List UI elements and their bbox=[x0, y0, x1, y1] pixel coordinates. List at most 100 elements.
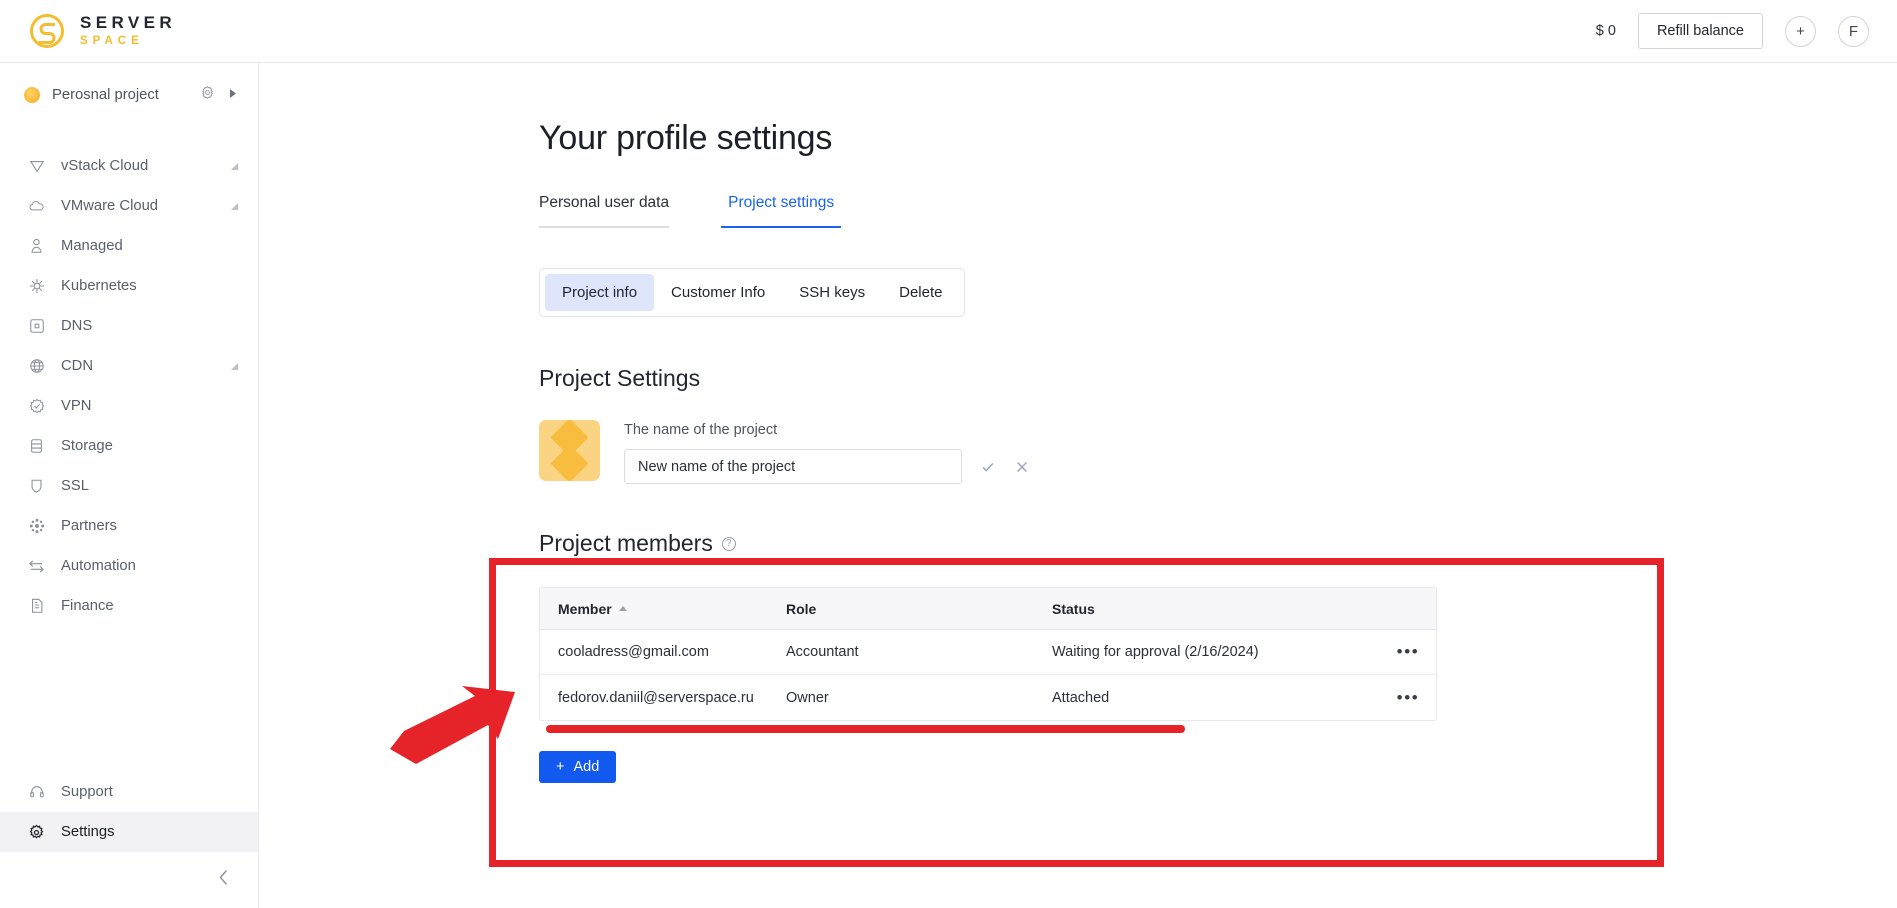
segment-delete[interactable]: Delete bbox=[882, 274, 959, 311]
diamond-shape-bottom bbox=[550, 444, 589, 481]
plus-icon: + bbox=[556, 759, 565, 775]
app-root: SERVER SPACE $ 0 Refill balance + F Pero… bbox=[0, 0, 1897, 908]
sidebar-item-settings[interactable]: Settings bbox=[0, 812, 258, 852]
sidebar-item-vmware-cloud[interactable]: VMware Cloud bbox=[0, 186, 258, 226]
project-members-table: Member Role Status cooladress@gmail.com … bbox=[539, 587, 1437, 721]
segment-project-info[interactable]: Project info bbox=[545, 274, 655, 311]
vstack-triangle-icon bbox=[28, 158, 45, 175]
logo-text-server: SERVER bbox=[80, 13, 177, 33]
logo-text-space: SPACE bbox=[80, 35, 144, 48]
arrows-swap-icon bbox=[28, 558, 45, 575]
table-row[interactable]: cooladress@gmail.com Accountant Waiting … bbox=[540, 630, 1436, 675]
sidebar-item-vpn[interactable]: VPN bbox=[0, 386, 258, 426]
shield-icon bbox=[28, 478, 45, 495]
column-header-member[interactable]: Member bbox=[540, 601, 786, 617]
sidebar-label: VPN bbox=[61, 398, 92, 414]
top-header: SERVER SPACE $ 0 Refill balance + F bbox=[0, 0, 1897, 63]
check-icon[interactable] bbox=[980, 459, 996, 475]
serverspace-s-logo-icon bbox=[28, 12, 66, 50]
sidebar-label: SSL bbox=[61, 478, 89, 494]
more-options-icon[interactable]: ••• bbox=[1380, 642, 1436, 662]
question-mark-icon[interactable]: ? bbox=[721, 536, 736, 551]
document-icon bbox=[28, 598, 45, 615]
table-header-row: Member Role Status bbox=[540, 588, 1436, 630]
project-name-input[interactable] bbox=[624, 449, 962, 484]
cell-member: fedorov.daniil@serverspace.ru bbox=[558, 689, 754, 706]
more-options-icon[interactable]: ••• bbox=[1380, 688, 1436, 708]
brand-logo[interactable]: SERVER SPACE bbox=[28, 12, 176, 50]
sidebar-item-finance[interactable]: Finance bbox=[0, 586, 258, 626]
project-name-row: The name of the project bbox=[539, 420, 1897, 484]
close-icon[interactable] bbox=[1014, 459, 1030, 475]
sidebar-item-automation[interactable]: Automation bbox=[0, 546, 258, 586]
cell-status: Attached bbox=[1052, 689, 1110, 706]
headset-icon bbox=[28, 784, 45, 801]
sidebar-item-kubernetes[interactable]: Kubernetes bbox=[0, 266, 258, 306]
collapse-sidebar-button[interactable] bbox=[0, 852, 258, 908]
column-header-role[interactable]: Role bbox=[786, 601, 1052, 617]
globe-icon bbox=[28, 358, 45, 375]
sidebar-bottom-nav: Support Settings bbox=[0, 772, 258, 908]
cloud-icon bbox=[28, 198, 45, 215]
sidebar-item-managed[interactable]: Managed bbox=[0, 226, 258, 266]
page-title: Your profile settings bbox=[539, 119, 833, 157]
expand-triangle-icon[interactable] bbox=[231, 362, 238, 370]
main-content: Your profile settings Personal user data… bbox=[259, 63, 1897, 908]
add-button[interactable]: + bbox=[1785, 15, 1816, 47]
user-lock-icon bbox=[28, 238, 45, 255]
refill-balance-button[interactable]: Refill balance bbox=[1637, 13, 1763, 49]
segment-customer-info[interactable]: Customer Info bbox=[654, 274, 782, 311]
cell-role: Owner bbox=[786, 689, 829, 706]
sidebar-label: Partners bbox=[61, 518, 117, 534]
sidebar-item-support[interactable]: Support bbox=[0, 772, 258, 812]
members-heading-text: Project members bbox=[539, 530, 713, 556]
sidebar-nav: vStack Cloud VMware Cloud Managed Kubern… bbox=[0, 146, 258, 626]
sidebar-item-cdn[interactable]: CDN bbox=[0, 346, 258, 386]
gear-icon[interactable] bbox=[200, 85, 215, 105]
column-header-status[interactable]: Status bbox=[1052, 601, 1380, 617]
project-selector-label: Perosnal project bbox=[52, 86, 159, 103]
project-color-dot bbox=[24, 86, 40, 103]
sidebar-item-vstack-cloud[interactable]: vStack Cloud bbox=[0, 146, 258, 186]
table-row[interactable]: fedorov.daniil@serverspace.ru Owner Atta… bbox=[540, 675, 1436, 720]
sidebar-label: Kubernetes bbox=[61, 278, 137, 294]
sidebar-label: Finance bbox=[61, 598, 114, 614]
sidebar-label: VMware Cloud bbox=[61, 198, 159, 214]
tab-personal-user-data[interactable]: Personal user data bbox=[539, 194, 670, 228]
kubernetes-helm-icon bbox=[28, 278, 45, 295]
expand-triangle-icon[interactable] bbox=[231, 162, 238, 170]
sidebar-item-storage[interactable]: Storage bbox=[0, 426, 258, 466]
cell-status: Waiting for approval (2/16/2024) bbox=[1052, 644, 1259, 660]
segment-ssh-keys[interactable]: SSH keys bbox=[782, 274, 882, 311]
database-icon bbox=[28, 438, 45, 455]
sidebar-label: CDN bbox=[61, 358, 94, 374]
cell-role: Accountant bbox=[786, 644, 859, 660]
cell-member: cooladress@gmail.com bbox=[558, 644, 709, 660]
dns-square-icon bbox=[28, 318, 45, 335]
project-settings-segmented-control: Project info Customer Info SSH keys Dele… bbox=[539, 268, 966, 317]
avatar[interactable]: F bbox=[1838, 15, 1869, 47]
tab-project-settings[interactable]: Project settings bbox=[721, 194, 842, 228]
sidebar-label: Storage bbox=[61, 438, 113, 454]
partners-network-icon bbox=[28, 518, 45, 535]
chevron-right-icon[interactable] bbox=[229, 86, 238, 104]
sidebar-item-dns[interactable]: DNS bbox=[0, 306, 258, 346]
sidebar-label: DNS bbox=[61, 318, 93, 334]
sidebar: Perosnal project vStack Cloud VMware Clo… bbox=[0, 63, 259, 908]
project-selector[interactable]: Perosnal project bbox=[0, 63, 258, 126]
vpn-badge-icon bbox=[28, 398, 45, 415]
add-button-label: Add bbox=[573, 759, 600, 775]
header-actions: $ 0 Refill balance + F bbox=[1596, 13, 1869, 49]
balance-amount: $ 0 bbox=[1595, 23, 1616, 39]
project-diamond-avatar[interactable] bbox=[539, 420, 600, 481]
sidebar-label: Managed bbox=[61, 238, 123, 254]
sidebar-item-partners[interactable]: Partners bbox=[0, 506, 258, 546]
sidebar-item-ssl[interactable]: SSL bbox=[0, 466, 258, 506]
sidebar-label: Settings bbox=[61, 824, 115, 840]
column-header-label: Member bbox=[558, 600, 612, 617]
expand-triangle-icon[interactable] bbox=[231, 202, 238, 210]
project-settings-heading: Project Settings bbox=[539, 365, 701, 391]
add-member-button[interactable]: + Add bbox=[539, 751, 617, 783]
sort-ascending-icon bbox=[618, 606, 627, 611]
chevron-left-icon bbox=[218, 869, 230, 891]
